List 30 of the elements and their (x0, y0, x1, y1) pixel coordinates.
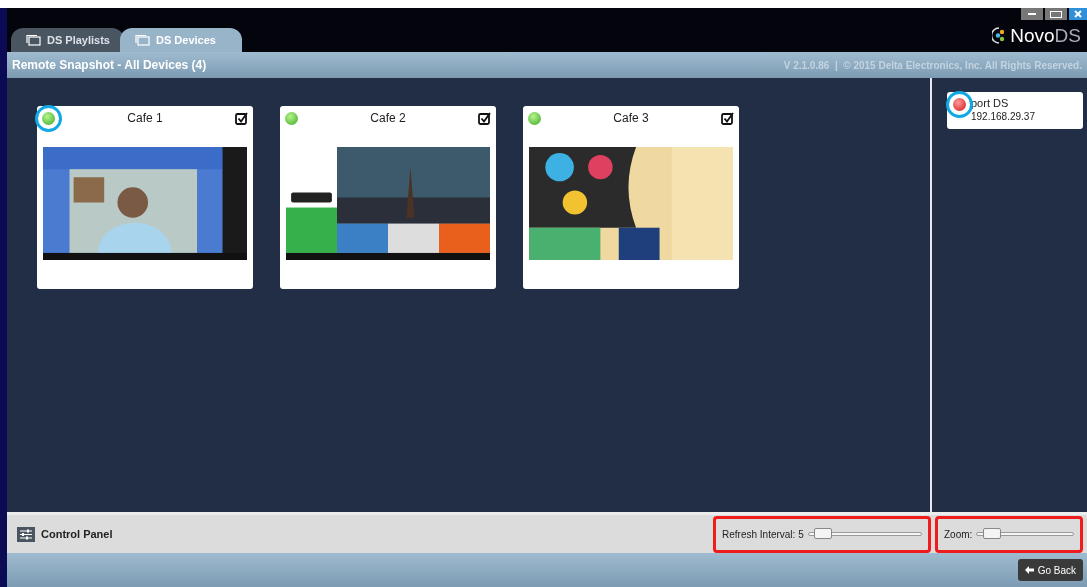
brand-name: NovoDS (1010, 26, 1081, 45)
maximize-button[interactable] (1045, 8, 1067, 20)
close-icon (1074, 10, 1082, 18)
checkbox-checked-icon[interactable] (235, 111, 248, 125)
checkbox-checked-icon[interactable] (478, 111, 491, 125)
sliders-icon (17, 526, 35, 542)
window-icon (25, 34, 41, 46)
slider-label: Zoom: (944, 527, 973, 542)
device-card[interactable]: Cafe 1 (37, 106, 253, 289)
window-icon (134, 34, 150, 46)
close-button[interactable] (1069, 8, 1087, 20)
device-address: 192.168.29.37 (971, 110, 1035, 123)
checkbox-checked-icon[interactable] (721, 111, 734, 125)
control-panel-label: Control Panel (41, 526, 113, 542)
arrow-left-icon (1024, 566, 1034, 574)
version-text: V 2.1.0.86 | © 2015 Delta Electronics, Inc. All Rights Reserved. (783, 58, 1082, 73)
page-title: Remote Snapshot - All Devices (4) (12, 57, 207, 74)
tab[interactable]: DS Playlists (11, 28, 124, 52)
device-name: Cafe 2 (369, 110, 407, 127)
device-card[interactable]: Cafe 2 (280, 106, 496, 289)
go-back-button[interactable]: Go Back (1017, 559, 1083, 581)
minimize-button[interactable] (1021, 8, 1043, 20)
device-name: Cafe 1 (126, 110, 164, 127)
device-name: Cafe 3 (612, 110, 650, 127)
slider-thumb[interactable] (813, 528, 832, 539)
device-card[interactable]: port DS 192.168.29.37 (947, 92, 1083, 129)
device-card[interactable]: Cafe 3 (523, 106, 739, 289)
slider-label: Refresh Interval: 5 (722, 527, 804, 542)
slider-thumb[interactable] (982, 528, 1001, 539)
device-name: port DS (971, 97, 1010, 110)
